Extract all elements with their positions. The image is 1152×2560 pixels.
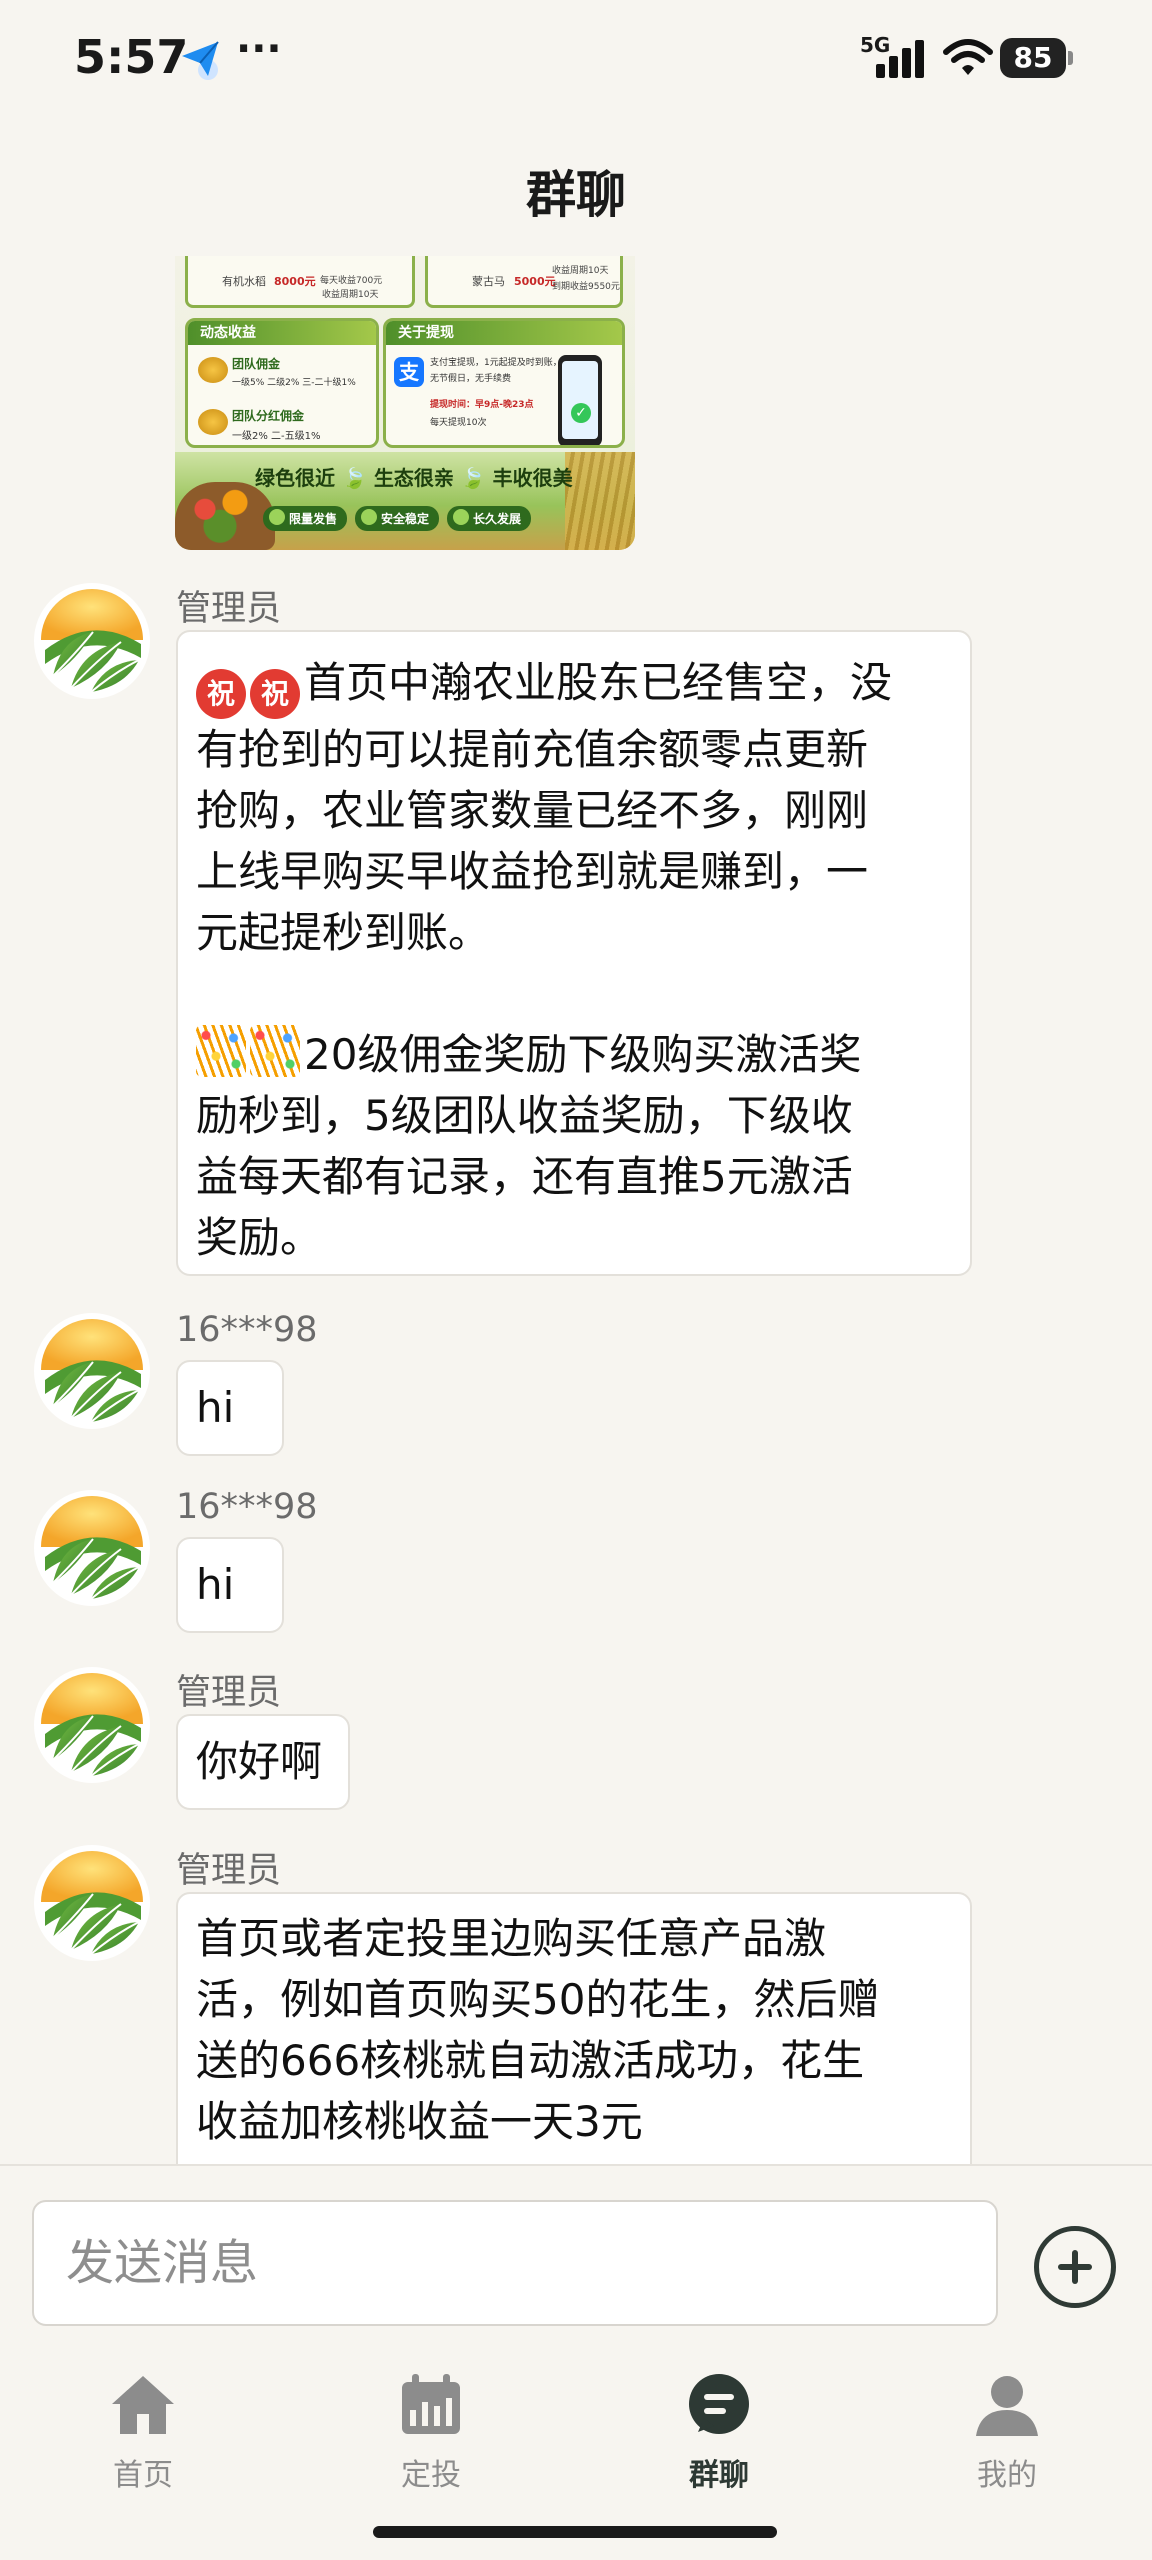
promo-card-rice: 有机水稻 8000元 每天收益700元 收益周期10天 (185, 256, 415, 308)
promo-withdraw-line1: 支付宝提现，1元起提及时到账， (430, 358, 562, 368)
message-bubble[interactable]: hi (176, 1537, 284, 1633)
status-bar: 5:57 ··· 5G 85 (0, 0, 1152, 120)
promo-dynamic-title: 动态收益 (188, 321, 376, 345)
party-popper-icon (250, 1025, 300, 1077)
promo-rice-period: 收益周期10天 (322, 290, 379, 300)
promo-image[interactable]: 有机水稻 8000元 每天收益700元 收益周期10天 蒙古马 5000元 收益… (175, 256, 635, 550)
sender-name: 管理员 (176, 1851, 282, 1891)
promo-withdraw-line2: 无节假日，无手续费 (430, 374, 512, 384)
message-composer: 发送消息 (0, 2164, 1152, 2334)
promo-withdraw-time: 提现时间：早9点-晚23点 (430, 400, 534, 410)
tab-invest[interactable]: 定投 (331, 2370, 531, 2494)
message-bubble[interactable]: 首页或者定投里边购买任意产品激 活，例如首页购买50的花生，然后赠 送的666核… (176, 1892, 972, 2182)
promo-badge: 限量发售 (263, 506, 348, 531)
chat-icon (689, 2374, 749, 2434)
sender-name: 管理员 (176, 589, 282, 629)
battery-tip (1068, 51, 1073, 65)
send-plane-icon (182, 41, 219, 80)
sender-name: 16***98 (176, 1487, 318, 1527)
promo-rice-daily: 每天收益700元 (320, 276, 383, 286)
promo-horse-price: 5000元 (514, 275, 556, 288)
wifi-icon (943, 39, 993, 75)
tab-profile[interactable]: 我的 (907, 2370, 1107, 2494)
calendar-icon (402, 2374, 460, 2434)
message-input[interactable]: 发送消息 (32, 2200, 998, 2326)
tab-label: 定投 (401, 2458, 461, 2493)
alipay-icon: 支 (394, 357, 424, 387)
tab-label: 我的 (977, 2458, 1037, 2493)
promo-withdraw-times: 每天提现10次 (430, 418, 487, 428)
promo-withdraw-title: 关于提现 (386, 321, 622, 345)
phone-icon (558, 355, 602, 445)
congrats-emoji-icon: 祝 (196, 669, 246, 719)
promo-horse-name: 蒙古马 (472, 275, 505, 288)
congrats-emoji-icon: 祝 (250, 669, 300, 719)
home-indicator[interactable] (373, 2526, 777, 2538)
message-text-part2: 20级佣金奖励下级购买激活奖 励秒到，5级团队收益奖励，下级收 益每天都有记录，… (196, 1024, 952, 1268)
promo-slogan: 绿色很近 🍃 生态很亲 🍃 丰收很美 (255, 466, 573, 490)
promo-horse-total: 到期收益9550元 (552, 282, 620, 292)
promo-team-commission-rates: 一级5% 二级2% 三-二十级1% (232, 378, 356, 388)
promo-team-dividend-rates: 一级2% 二-五级1% (232, 431, 321, 442)
add-attachment-button[interactable] (1034, 2226, 1116, 2308)
tab-label: 群聊 (689, 2458, 749, 2493)
message-text: hi (196, 1383, 235, 1432)
promo-badges: 限量发售 安全稳定 长久发展 (263, 506, 539, 531)
message-text: 首页或者定投里边购买任意产品激 活，例如首页购买50的花生，然后赠 送的666核… (196, 1914, 880, 2146)
promo-rice-price: 8000元 (274, 275, 316, 288)
promo-card-horse: 蒙古马 5000元 收益周期10天 到期收益9550元 (425, 256, 623, 308)
home-icon (112, 2376, 174, 2434)
avatar[interactable] (31, 1310, 153, 1432)
message-bubble[interactable]: hi (176, 1360, 284, 1456)
avatar[interactable] (31, 580, 153, 702)
message-text: 首页中瀚农业股东已经售空，没 有抢到的可以提前充值余额零点更新 抢购，农业管家数… (196, 658, 893, 957)
coins-icon (198, 357, 228, 383)
avatar[interactable] (31, 1842, 153, 1964)
promo-dynamic-box: 动态收益 团队佣金 一级5% 二级2% 三-二十级1% 团队分红佣金 一级2% … (185, 318, 379, 448)
wheat-icon (565, 452, 635, 550)
signal-icon (876, 38, 926, 78)
message-text-part1: 祝祝首页中瀚农业股东已经售空，没 有抢到的可以提前充值余额零点更新 抢购，农业管… (196, 652, 952, 963)
coins-icon (198, 409, 228, 435)
promo-withdraw-box: 关于提现 支 支付宝提现，1元起提及时到账， 无节假日，无手续费 提现时间：早9… (383, 318, 625, 448)
avatar[interactable] (31, 1664, 153, 1786)
user-icon (976, 2376, 1038, 2436)
promo-horse-detail: 收益周期10天 (552, 266, 609, 276)
message-text: hi (196, 1560, 235, 1609)
tab-label: 首页 (113, 2458, 173, 2493)
tab-home[interactable]: 首页 (43, 2370, 243, 2494)
sender-name: 16***98 (176, 1310, 318, 1350)
promo-rice-name: 有机水稻 (222, 275, 266, 288)
status-time: 5:57 (74, 30, 189, 84)
promo-banner: 绿色很近 🍃 生态很亲 🍃 丰收很美 限量发售 安全稳定 长久发展 (175, 452, 635, 550)
avatar[interactable] (31, 1487, 153, 1609)
message-text: 你好啊 (196, 1737, 323, 1786)
promo-badge: 安全稳定 (355, 506, 440, 531)
page-title: 群聊 (526, 166, 626, 224)
sender-name: 管理员 (176, 1673, 282, 1713)
promo-team-commission: 团队佣金 (232, 357, 281, 371)
check-icon: ✓ (571, 403, 591, 423)
message-bubble[interactable]: 你好啊 (176, 1714, 350, 1810)
battery-indicator: 85 (1000, 38, 1066, 78)
promo-badge: 长久发展 (447, 506, 532, 531)
promo-team-dividend: 团队分红佣金 (232, 409, 305, 423)
more-dots-icon: ··· (236, 26, 282, 72)
party-popper-icon (196, 1025, 246, 1077)
vegetable-basket-icon (175, 482, 275, 550)
message-bubble[interactable]: 祝祝首页中瀚农业股东已经售空，没 有抢到的可以提前充值余额零点更新 抢购，农业管… (176, 630, 972, 1276)
promo-top-row: 有机水稻 8000元 每天收益700元 收益周期10天 蒙古马 5000元 收益… (185, 256, 625, 312)
tab-group-chat[interactable]: 群聊 (619, 2370, 819, 2494)
